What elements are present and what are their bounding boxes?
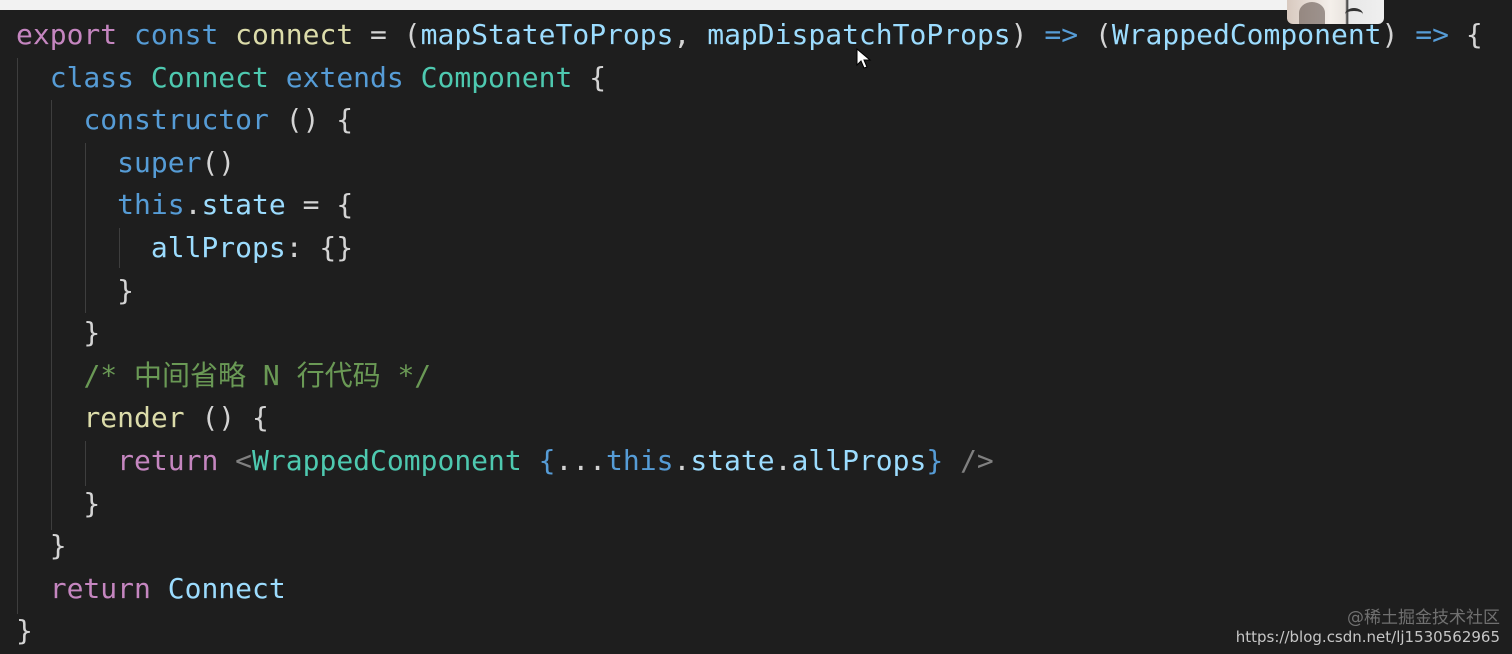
code-line[interactable]: allProps: {}: [16, 227, 1483, 270]
code-token: }: [926, 443, 944, 477]
code-token: constructor: [83, 103, 269, 137]
code-token: allProps: [791, 443, 927, 477]
code-editor[interactable]: export const connect = (mapStateToProps,…: [16, 14, 1483, 653]
code-token: .: [184, 188, 202, 222]
code-line[interactable]: return Connect: [16, 568, 1483, 611]
code-token: /* 中间省略 N 行代码 */: [83, 358, 432, 392]
code-line[interactable]: }: [16, 483, 1483, 526]
code-token: WrappedComponent: [252, 443, 522, 477]
code-line[interactable]: constructor () {: [16, 99, 1483, 142]
code-token: }: [16, 273, 135, 307]
code-token: connect: [235, 18, 354, 51]
code-token: (: [1078, 18, 1112, 51]
watermark-juejin: @稀土掘金技术社区: [1347, 608, 1500, 628]
code-token: .: [774, 443, 792, 477]
code-token: <: [235, 443, 253, 477]
top-browser-strip: [0, 0, 1290, 10]
code-line[interactable]: render () {: [16, 397, 1483, 440]
code-token: render: [83, 401, 185, 435]
code-line[interactable]: this.state = {: [16, 184, 1483, 227]
code-token: Component: [420, 60, 573, 94]
code-token: }: [16, 316, 101, 350]
code-line[interactable]: return <WrappedComponent {...this.state.…: [16, 440, 1483, 483]
code-token: ): [1010, 18, 1045, 51]
code-token: super: [117, 145, 202, 179]
code-token: />: [960, 443, 994, 477]
code-token: .: [673, 443, 691, 477]
code-token: : {}: [285, 230, 354, 264]
mouse-pointer-icon: [856, 48, 872, 69]
watermark-csdn-url: https://blog.csdn.net/lj1530562965: [1235, 628, 1500, 646]
code-token: const: [134, 18, 219, 51]
code-token: state: [201, 188, 286, 222]
code-token: ,: [673, 18, 708, 51]
code-token: allProps: [150, 230, 286, 264]
code-token: this: [606, 443, 674, 477]
code-token: return: [117, 443, 219, 477]
code-token: {: [572, 60, 607, 94]
code-token: return: [49, 571, 151, 605]
code-token: extends: [285, 60, 404, 94]
code-line[interactable]: class Connect extends Component {: [16, 57, 1483, 100]
code-token: }: [16, 529, 67, 563]
code-token: class: [49, 60, 135, 94]
code-token: {: [1448, 18, 1483, 51]
code-token: = {: [285, 188, 354, 222]
code-token: }: [16, 486, 101, 520]
code-line[interactable]: }: [16, 312, 1483, 355]
code-token: WrappedComponent: [1111, 18, 1382, 51]
code-line[interactable]: }: [16, 270, 1483, 313]
code-token: = (: [353, 18, 421, 51]
code-token: Connect: [150, 60, 269, 94]
code-token: export: [16, 18, 118, 51]
code-token: ...: [555, 443, 607, 477]
code-token: () {: [184, 401, 269, 435]
code-token: =>: [1415, 18, 1449, 51]
code-token: () {: [268, 103, 354, 137]
code-token: }: [16, 614, 33, 648]
code-token: ): [1381, 18, 1416, 51]
code-token: Connect: [167, 571, 286, 605]
code-token: (): [201, 145, 236, 179]
code-token: {: [538, 443, 556, 477]
code-line[interactable]: /* 中间省略 N 行代码 */: [16, 355, 1483, 398]
code-token: state: [690, 443, 775, 477]
code-line[interactable]: super(): [16, 142, 1483, 185]
code-line[interactable]: }: [16, 525, 1483, 568]
code-token: =>: [1044, 18, 1079, 51]
code-line[interactable]: export const connect = (mapStateToProps,…: [16, 14, 1483, 57]
code-token: mapStateToProps: [420, 18, 674, 51]
code-token: this: [117, 188, 185, 222]
code-token: mapDispatchToProps: [707, 18, 1011, 51]
